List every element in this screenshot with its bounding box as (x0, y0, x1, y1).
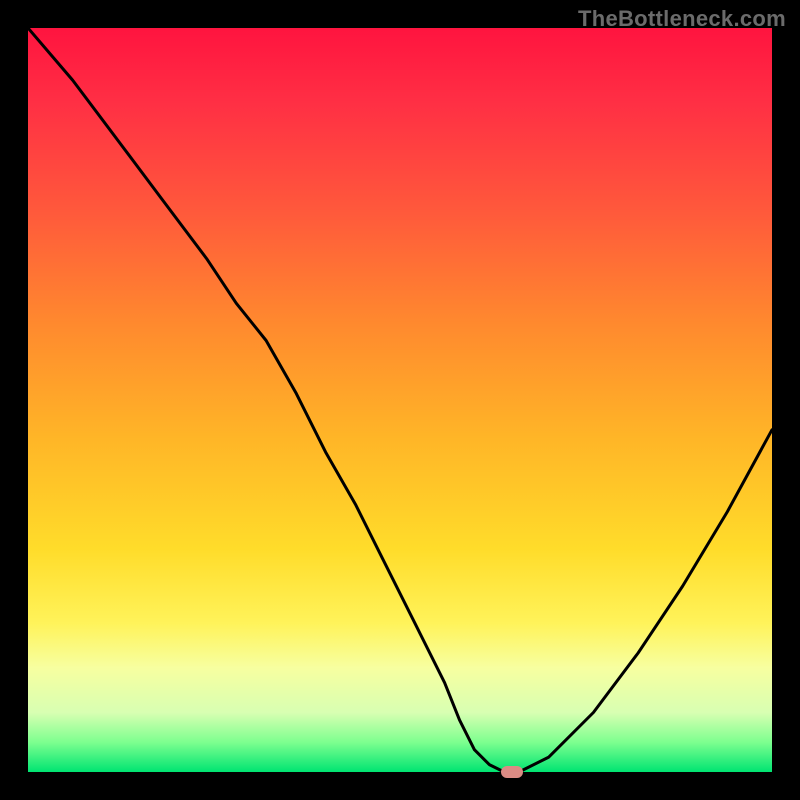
curve-path (28, 28, 772, 772)
optimal-marker (501, 766, 523, 778)
bottleneck-curve (28, 28, 772, 772)
chart-frame: TheBottleneck.com (0, 0, 800, 800)
watermark-text: TheBottleneck.com (578, 6, 786, 32)
chart-plot-area (28, 28, 772, 772)
